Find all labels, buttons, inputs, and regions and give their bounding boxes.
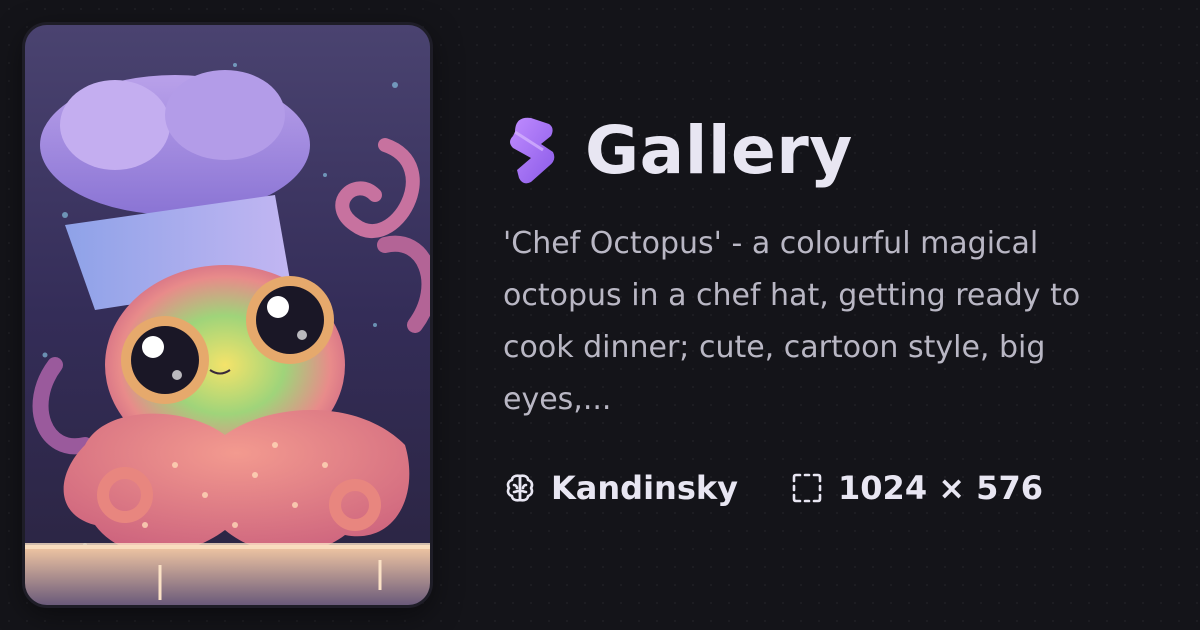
image-dimensions: 1024 × 576 bbox=[838, 469, 1043, 507]
meta-row: Kandinsky 1024 × 576 bbox=[503, 466, 1095, 510]
gallery-info: Gallery 'Chef Octopus' - a colourful mag… bbox=[503, 110, 1153, 426]
brain-icon bbox=[506, 474, 534, 502]
title-row: Gallery bbox=[503, 110, 1153, 190]
lightning-logo-icon bbox=[510, 117, 555, 184]
chef-octopus-image bbox=[25, 25, 430, 605]
artwork-thumbnail[interactable] bbox=[25, 25, 430, 605]
dimensions-info: 1024 × 576 bbox=[790, 469, 1043, 507]
resize-frame-icon bbox=[792, 473, 822, 503]
og-card: Gallery 'Chef Octopus' - a colourful mag… bbox=[0, 0, 1200, 630]
model-info: Kandinsky bbox=[503, 469, 738, 507]
page-title: Gallery bbox=[585, 111, 853, 189]
model-name: Kandinsky bbox=[551, 469, 739, 507]
artwork-description: 'Chef Octopus' - a colourful magical oct… bbox=[503, 226, 1081, 417]
